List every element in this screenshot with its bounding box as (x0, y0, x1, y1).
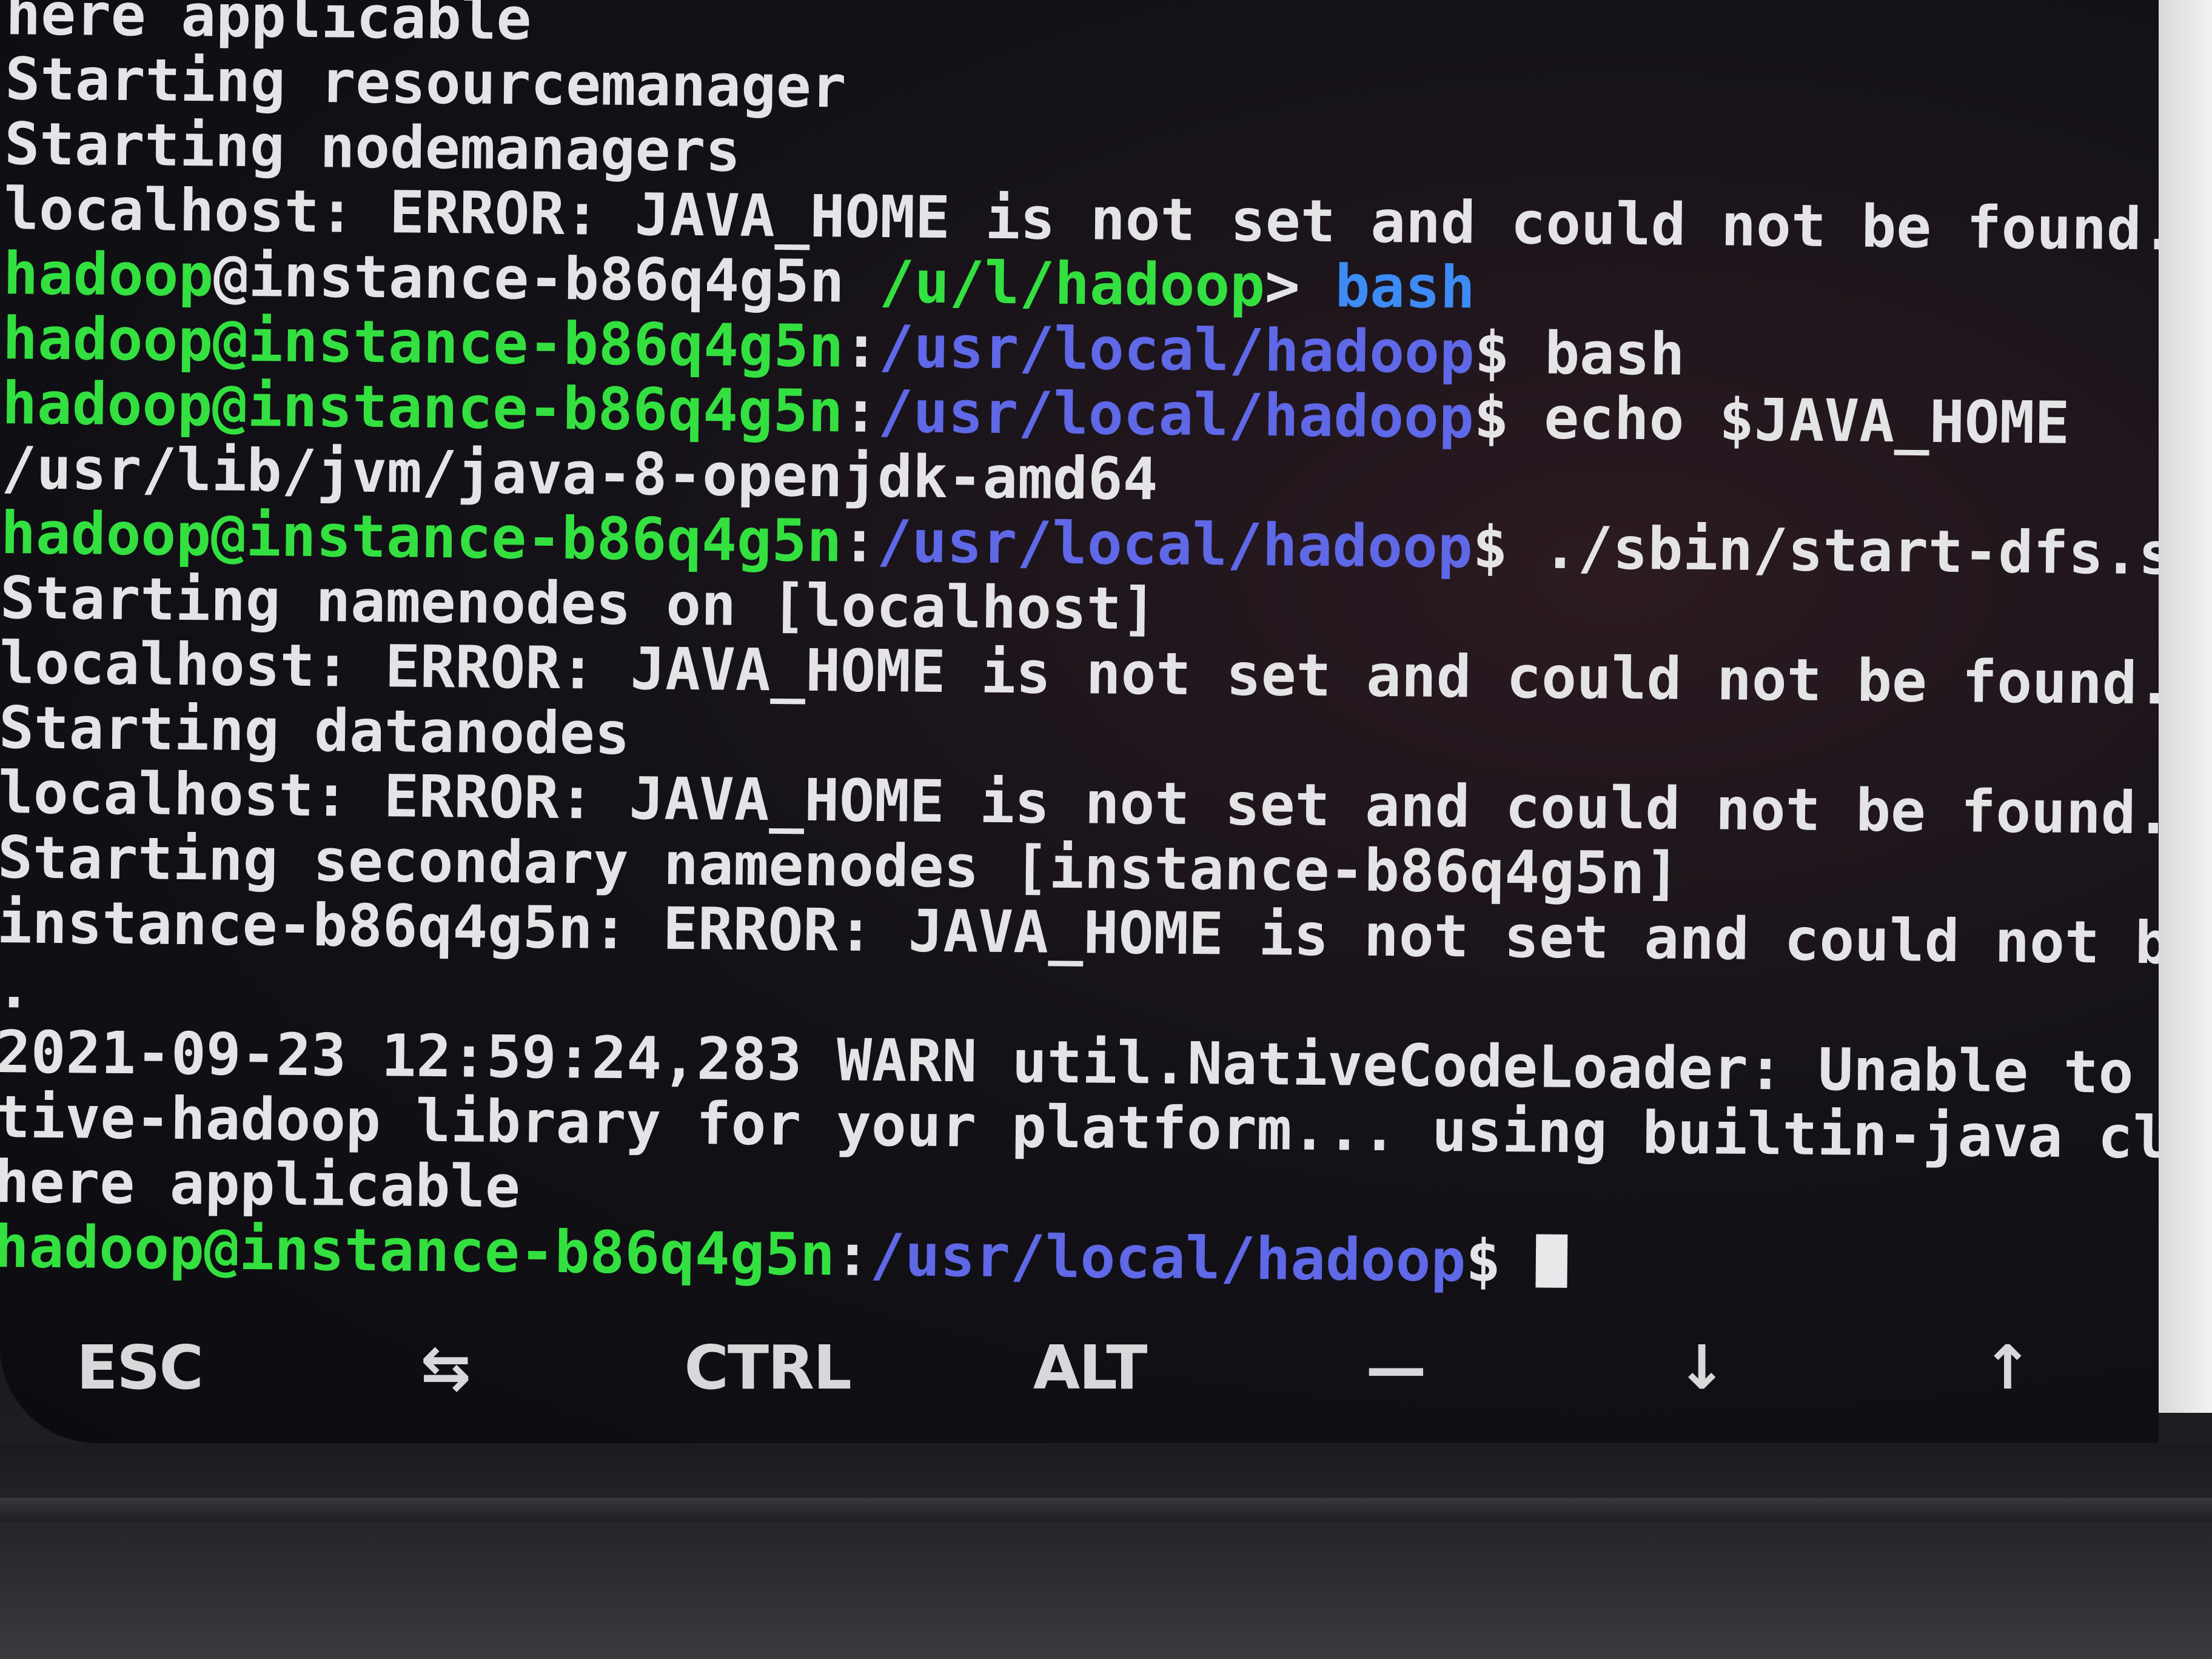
terminal-text-segment: Starting resourcemanager (4, 45, 847, 121)
terminal-text-segment: bash (1335, 252, 1476, 322)
terminal-text-segment: /usr/local/hadoop (876, 507, 1473, 581)
terminal-text-segment: hadoop@instance-b86q4g5n (0, 1213, 836, 1289)
terminal-text-segment: : (843, 312, 879, 381)
terminal-text-segment: /usr/local/hadoop (870, 1221, 1466, 1295)
terminal-text-segment: /u/l/hadoop (879, 247, 1265, 320)
terminal-text-segment: $ echo $JAVA_HOME (1473, 383, 2070, 457)
terminal-text-segment: $ ./sbin/start-dfs.sh (1472, 513, 2159, 589)
terminal-text-segment: hadoop@instance-b86q4g5n (0, 499, 842, 575)
terminal-screen[interactable]: here applicable Starting resourcemanager S… (0, 0, 2159, 1443)
terminal-text-segment: Starting datanodes (0, 694, 631, 768)
terminal-text-segment: . (0, 953, 32, 1022)
device-bezel (0, 1443, 2212, 1659)
up-arrow-key[interactable]: ↑ (1940, 1332, 2074, 1403)
terminal-text-segment: $ bash (1474, 318, 1686, 389)
down-arrow-key[interactable]: ↓ (1635, 1332, 1768, 1403)
dash-key[interactable]: — (1329, 1332, 1462, 1403)
photo-scene: here applicable Starting resourcemanager S… (0, 0, 2212, 1659)
terminal-text-segment: /usr/local/hadoop (877, 377, 1475, 452)
ctrl-key[interactable]: CTRL (685, 1332, 852, 1403)
terminal-text-segment: hadoop@instance-b86q4g5n (2, 304, 844, 381)
extra-keys-bar: ESC ⇆ CTRL ALT — ↓ ↑ (73, 1322, 2074, 1413)
terminal-output[interactable]: here applicable Starting resourcemanager S… (0, 0, 2159, 1300)
device-edge (0, 1498, 2212, 1522)
alt-key[interactable]: ALT (1023, 1332, 1156, 1403)
terminal-text-segment: > (1264, 252, 1336, 321)
tab-key[interactable]: ⇆ (378, 1332, 512, 1403)
terminal-text-segment: : (841, 507, 877, 575)
terminal-text-segment: hadoop@instance-b86q4g5n (1, 369, 843, 446)
terminal-text-segment: /usr/local/hadoop (878, 312, 1475, 387)
terminal-text-segment: here applicable (0, 1148, 521, 1221)
terminal-text-segment: $ (1465, 1227, 1537, 1296)
terminal-text-segment: here applicable (5, 0, 532, 53)
screen-glare (2159, 0, 2212, 1413)
esc-key[interactable]: ESC (73, 1332, 206, 1403)
terminal-text-segment: Starting nodemanagers (4, 110, 741, 185)
terminal-text-segment: : (834, 1221, 871, 1289)
terminal-cursor (1535, 1234, 1568, 1288)
terminal-text-segment: : (842, 377, 879, 446)
terminal-text-segment: hadoop (2, 240, 214, 310)
terminal-text-segment: @instance-b86q4g5n (213, 241, 880, 316)
